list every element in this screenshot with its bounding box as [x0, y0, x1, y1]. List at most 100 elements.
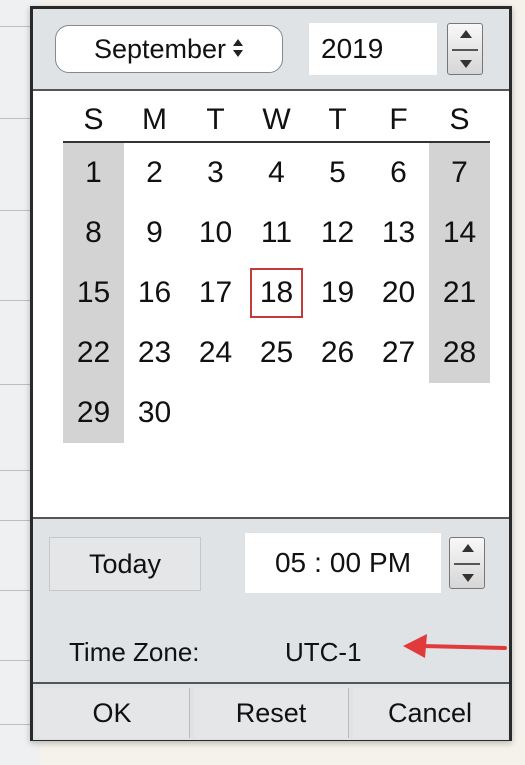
month-select[interactable]: September	[55, 25, 283, 73]
day-number: 16	[137, 276, 172, 309]
day-cell-18[interactable]: 18	[246, 263, 307, 323]
annotation-arrow-icon	[403, 634, 507, 658]
date-picker-header: September 2019	[33, 9, 509, 91]
day-number: 19	[320, 276, 355, 309]
weekday-label: T	[206, 103, 225, 136]
empty-day-cell	[185, 383, 246, 443]
day-cell-22[interactable]: 22	[63, 323, 124, 383]
day-cell-20[interactable]: 20	[368, 263, 429, 323]
day-cell-15[interactable]: 15	[63, 263, 124, 323]
day-cell-17[interactable]: 17	[185, 263, 246, 323]
day-number: 17	[198, 276, 233, 309]
day-cell-4[interactable]: 4	[246, 143, 307, 203]
empty-day-cell	[246, 383, 307, 443]
day-number: 8	[85, 216, 102, 249]
year-stepper[interactable]	[447, 23, 483, 75]
day-cell-9[interactable]: 9	[124, 203, 185, 263]
stepper-down-icon[interactable]	[460, 60, 472, 68]
day-cell-29[interactable]: 29	[63, 383, 124, 443]
action-bar: OK Reset Cancel	[33, 682, 509, 742]
day-number: 7	[451, 156, 468, 189]
day-cell-21[interactable]: 21	[429, 263, 490, 323]
calendar-week-row: 1 2 3 4 5 6 7	[63, 143, 490, 203]
date-picker-footer: Today 05 : 00 PM Time Zone: UTC-1 OK Rese…	[33, 517, 509, 740]
weekday-label: F	[389, 103, 408, 136]
year-input[interactable]: 2019	[309, 23, 437, 75]
day-number: 3	[207, 156, 224, 189]
day-number: 2	[146, 156, 163, 189]
day-number: 20	[381, 276, 416, 309]
day-cell-26[interactable]: 26	[307, 323, 368, 383]
day-number: 15	[76, 276, 111, 309]
calendar-week-row: 8 9 10 11 12 13 14	[63, 203, 490, 263]
day-number: 14	[442, 216, 477, 249]
month-value: September	[93, 33, 227, 64]
day-cell-3[interactable]: 3	[185, 143, 246, 203]
date-picker-popup: September 2019 S M T W T F S 1 2 3 4 5 6 7 8 9 10…	[30, 6, 512, 741]
day-number: 23	[137, 336, 172, 369]
day-cell-2[interactable]: 2	[124, 143, 185, 203]
time-hour[interactable]: 05	[275, 547, 306, 579]
day-cell-12[interactable]: 12	[307, 203, 368, 263]
day-number: 21	[442, 276, 477, 309]
calendar-week-row: 15 16 17 18 19 20 21	[63, 263, 490, 323]
calendar-week-row: 22 23 24 25 26 27 28	[63, 323, 490, 383]
day-cell-14[interactable]: 14	[429, 203, 490, 263]
day-number: 30	[137, 396, 172, 429]
stepper-up-icon[interactable]	[460, 30, 472, 38]
day-cell-11[interactable]: 11	[246, 203, 307, 263]
calendar-grid: S M T W T F S 1 2 3 4 5 6 7 8 9 10 11 12 13 14 15 16 17 1…	[63, 99, 490, 443]
day-cell-5[interactable]: 5	[307, 143, 368, 203]
day-cell-19[interactable]: 19	[307, 263, 368, 323]
day-cell-23[interactable]: 23	[124, 323, 185, 383]
day-number: 29	[76, 396, 111, 429]
reset-button[interactable]: Reset	[194, 688, 349, 738]
time-minute[interactable]: 00	[330, 547, 361, 579]
empty-day-cell	[368, 383, 429, 443]
weekday-header-row: S M T W T F S	[63, 99, 490, 143]
day-number: 13	[381, 216, 416, 249]
day-number: 22	[76, 336, 111, 369]
empty-day-cell	[429, 383, 490, 443]
calendar-weeks: 1 2 3 4 5 6 7 8 9 10 11 12 13 14 15 16 17 18 19 20 21 22 23 24 2…	[63, 143, 490, 443]
empty-day-cell	[307, 383, 368, 443]
day-cell-10[interactable]: 10	[185, 203, 246, 263]
stepper-up-icon[interactable]	[462, 544, 474, 552]
day-number: 6	[390, 156, 407, 189]
day-number: 24	[198, 336, 233, 369]
weekday-label: S	[83, 103, 104, 136]
stepper-divider	[454, 563, 480, 565]
time-zone-value[interactable]: UTC-1	[285, 637, 362, 668]
day-cell-8[interactable]: 8	[63, 203, 124, 263]
weekday-label: T	[328, 103, 347, 136]
day-number: 28	[442, 336, 477, 369]
day-cell-28[interactable]: 28	[429, 323, 490, 383]
day-number: 4	[268, 156, 285, 189]
day-cell-27[interactable]: 27	[368, 323, 429, 383]
cancel-button[interactable]: Cancel	[353, 688, 507, 738]
day-number: 1	[85, 156, 102, 189]
day-number: 18	[249, 268, 304, 318]
time-stepper[interactable]	[449, 537, 485, 589]
updown-icon	[232, 38, 244, 61]
day-cell-16[interactable]: 16	[124, 263, 185, 323]
day-cell-30[interactable]: 30	[124, 383, 185, 443]
time-separator: :	[314, 547, 322, 578]
ok-button[interactable]: OK	[35, 688, 190, 738]
day-cell-24[interactable]: 24	[185, 323, 246, 383]
day-number: 9	[146, 216, 163, 249]
day-cell-6[interactable]: 6	[368, 143, 429, 203]
day-cell-7[interactable]: 7	[429, 143, 490, 203]
time-input[interactable]: 05 : 00 PM	[245, 533, 441, 593]
year-value: 2019	[321, 33, 384, 64]
day-cell-13[interactable]: 13	[368, 203, 429, 263]
day-number: 5	[329, 156, 346, 189]
day-number: 27	[381, 336, 416, 369]
day-cell-25[interactable]: 25	[246, 323, 307, 383]
day-number: 12	[320, 216, 355, 249]
today-button[interactable]: Today	[49, 537, 201, 591]
time-ampm[interactable]: PM	[369, 547, 411, 579]
stepper-down-icon[interactable]	[462, 574, 474, 582]
day-number: 11	[260, 216, 293, 249]
day-cell-1[interactable]: 1	[63, 143, 124, 203]
